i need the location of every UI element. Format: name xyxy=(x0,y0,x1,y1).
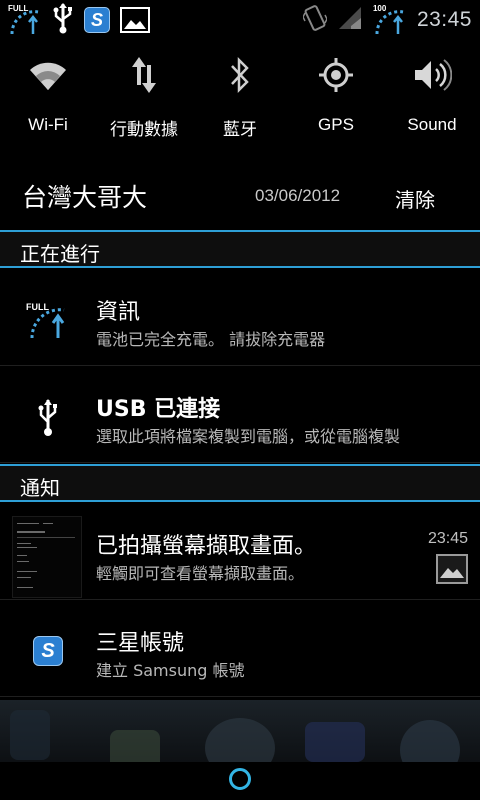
samsung-account-icon: S xyxy=(84,7,110,33)
toggle-sound[interactable]: Sound xyxy=(384,40,480,155)
notification-title: 三星帳號 xyxy=(96,631,185,656)
notification-title: 已拍攝螢幕擷取畫面。 xyxy=(96,534,317,559)
toggle-gps[interactable]: GPS xyxy=(288,40,384,155)
gps-label: GPS xyxy=(318,115,354,134)
notification-title: USB 已連接 xyxy=(96,397,221,422)
samsung-account-icon: S xyxy=(16,619,80,683)
carrier-name: 台灣大哥大 xyxy=(22,183,148,212)
status-bar-right: 100 23:45 xyxy=(302,3,472,37)
sound-icon xyxy=(412,40,452,110)
section-ongoing: 正在進行 xyxy=(0,230,480,268)
sound-label: Sound xyxy=(407,115,457,134)
carrier-row: 台灣大哥大 03/06/2012 清除 xyxy=(0,158,480,230)
wifi-label: Wi-Fi xyxy=(28,115,68,134)
quick-settings: Wi-Fi 行動數據 藍牙 GPS Sound xyxy=(0,40,480,155)
usb-icon xyxy=(52,2,74,38)
screenshot-thumbnail xyxy=(12,516,82,598)
section-notifications: 通知 xyxy=(0,464,480,502)
clock: 23:45 xyxy=(416,8,472,31)
gps-icon xyxy=(317,40,355,110)
notification-time: 23:45 xyxy=(427,530,468,547)
battery-full-icon: FULL xyxy=(16,288,80,352)
vibrate-icon xyxy=(302,3,328,37)
image-icon xyxy=(436,554,468,584)
notification-text: 建立 Samsung 帳號 xyxy=(96,661,245,680)
home-screen-background xyxy=(0,700,480,762)
wifi-icon xyxy=(28,40,68,110)
notification-samsung-account[interactable]: S 三星帳號 建立 Samsung 帳號 xyxy=(0,601,480,697)
toggle-bluetooth[interactable]: 藍牙 xyxy=(192,40,288,155)
mobile-data-label: 行動數據 xyxy=(110,120,178,139)
section-title: 通知 xyxy=(20,476,60,500)
notification-text: 輕觸即可查看螢幕擷取畫面。 xyxy=(96,564,305,583)
usb-icon xyxy=(16,385,80,449)
close-handle-icon[interactable] xyxy=(229,768,251,790)
battery-full-icon: FULL xyxy=(8,4,42,36)
notification-screenshot[interactable]: 已拍攝螢幕擷取畫面。 輕觸即可查看螢幕擷取畫面。 23:45 xyxy=(0,504,480,600)
clear-button[interactable]: 清除 xyxy=(395,184,435,213)
bluetooth-label: 藍牙 xyxy=(223,120,257,139)
date: 03/06/2012 xyxy=(255,186,341,205)
status-bar: FULL S 100 23:45 xyxy=(0,0,480,40)
toggle-wifi[interactable]: Wi-Fi xyxy=(0,40,96,155)
status-bar-left: FULL S xyxy=(8,3,150,37)
mobile-data-icon xyxy=(129,40,159,110)
battery-level-icon: 100 xyxy=(373,4,407,36)
notification-text: 選取此項將檔案複製到電腦，或從電腦複製 xyxy=(96,427,401,446)
notification-battery[interactable]: FULL 資訊 電池已完全充電。 請拔除充電器 xyxy=(0,270,480,366)
screenshot-icon xyxy=(120,7,150,33)
notification-text: 電池已完全充電。 請拔除充電器 xyxy=(96,330,326,349)
signal-icon xyxy=(337,5,363,35)
section-title: 正在進行 xyxy=(20,242,100,266)
notification-usb[interactable]: USB 已連接 選取此項將檔案複製到電腦，或從電腦複製 xyxy=(0,367,480,463)
notification-title: 資訊 xyxy=(96,300,141,325)
bluetooth-icon xyxy=(229,40,251,110)
toggle-mobile-data[interactable]: 行動數據 xyxy=(96,40,192,155)
notification-panel-handle[interactable] xyxy=(0,762,480,800)
